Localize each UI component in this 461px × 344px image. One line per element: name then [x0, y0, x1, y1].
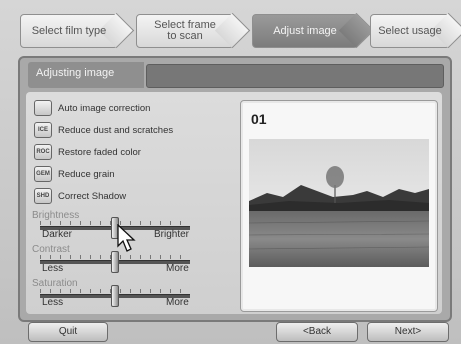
step-label: Select frame to scan [154, 19, 216, 42]
adjust-panel: Auto image correction ICE Reduce dust an… [26, 92, 442, 314]
option-label: Reduce dust and scratches [58, 124, 174, 136]
option-auto-correction[interactable]: Auto image correction [34, 98, 150, 118]
option-label: Auto image correction [58, 102, 151, 114]
preview-pane: 01 [240, 100, 438, 312]
option-label: Restore faded color [58, 146, 141, 158]
option-label: Correct Shadow [58, 190, 127, 202]
back-button[interactable]: <Back [276, 322, 358, 342]
ice-icon[interactable]: ICE [34, 122, 52, 138]
quit-button[interactable]: Quit [28, 322, 108, 342]
roc-icon[interactable]: ROC [34, 144, 52, 160]
step-adjust-image[interactable]: Adjust image [252, 12, 375, 49]
frame-number: 01 [251, 111, 267, 127]
step-select-usage[interactable]: Select usage [370, 12, 461, 49]
brightness-max-label: Brighter [154, 229, 190, 240]
brightness-min-label: Darker [42, 229, 73, 240]
contrast-title: Contrast [32, 244, 70, 255]
auto-correction-icon[interactable] [34, 100, 52, 116]
step-label: Select usage [378, 24, 442, 37]
film-scanner-window: Select film type Select frame to scan Ad… [0, 0, 461, 344]
saturation-min-label: Less [42, 297, 64, 308]
brightness-title: Brightness [32, 210, 80, 221]
step-select-film-type[interactable]: Select film type [20, 12, 135, 49]
contrast-max-label: More [166, 263, 189, 274]
gem-icon[interactable]: GEM [34, 166, 52, 182]
next-button[interactable]: Next> [367, 322, 449, 342]
option-reduce-dust[interactable]: ICE Reduce dust and scratches [34, 120, 173, 140]
step-label: Adjust image [273, 24, 337, 37]
header-bar [146, 64, 444, 88]
panel-title: Adjusting image [28, 62, 144, 88]
option-restore-color[interactable]: ROC Restore faded color [34, 142, 141, 162]
option-correct-shadow[interactable]: SHD Correct Shadow [34, 186, 126, 206]
panel-header: Adjusting image [28, 62, 444, 88]
preview-image [249, 139, 429, 267]
shd-icon[interactable]: SHD [34, 188, 52, 204]
mouse-cursor-icon [117, 224, 136, 252]
saturation-thumb[interactable] [111, 285, 119, 307]
step-label: Select film type [31, 24, 107, 37]
contrast-thumb[interactable] [111, 251, 119, 273]
saturation-max-label: More [166, 297, 189, 308]
contrast-min-label: Less [42, 263, 64, 274]
option-label: Reduce grain [58, 168, 115, 180]
wizard-steps: Select film type Select frame to scan Ad… [20, 12, 461, 50]
option-reduce-grain[interactable]: GEM Reduce grain [34, 164, 115, 184]
saturation-title: Saturation [32, 278, 78, 289]
step-select-frame[interactable]: Select frame to scan [136, 12, 251, 49]
main-frame: Adjusting image Auto image correction IC… [18, 56, 452, 322]
